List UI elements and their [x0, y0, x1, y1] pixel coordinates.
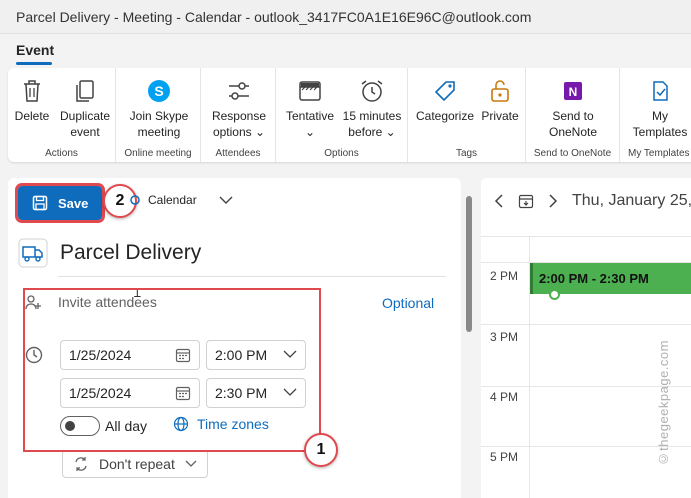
tab-event[interactable]: Event — [16, 42, 54, 58]
highlight-box — [23, 288, 321, 452]
private-label: Private — [481, 109, 519, 123]
duplicate-event-button[interactable]: Duplicate event — [60, 74, 110, 140]
window-title: Parcel Delivery - Meeting - Calendar - o… — [0, 0, 691, 34]
calendar-selector[interactable]: Calendar — [130, 193, 233, 207]
onenote-label-1: Send to — [552, 109, 594, 123]
calendar-navigation: Thu, January 25, 2 — [494, 192, 691, 210]
group-label-options: Options — [324, 148, 359, 159]
repeat-dropdown[interactable]: Don't repeat — [62, 450, 208, 478]
skype-label-1: Join Skype — [129, 109, 189, 123]
ribbon-group-actions: Delete Duplicate event Actions — [8, 68, 116, 162]
ribbon-group-online-meeting: S Join Skype meeting Online meeting — [116, 68, 201, 162]
tentative-icon — [299, 81, 321, 101]
save-button[interactable]: Save — [15, 183, 105, 223]
calendar-label: Calendar — [148, 193, 197, 207]
onenote-icon: N — [564, 82, 582, 100]
tentative-button[interactable]: Tentative ⌄ — [280, 74, 340, 140]
response-options-button[interactable]: Response options ⌄ — [205, 74, 273, 140]
delete-button[interactable]: Delete — [14, 74, 50, 124]
tentative-label: Tentative — [285, 109, 335, 123]
skype-label-2: meeting — [137, 125, 181, 139]
response-label-1: Response — [211, 109, 267, 123]
group-label-onenote: Send to OneNote — [533, 148, 612, 159]
reminder-label-2: before ⌄ — [348, 125, 396, 139]
onenote-label-2: OneNote — [548, 125, 598, 139]
event-resize-handle[interactable] — [549, 289, 560, 300]
reminder-label-1: 15 minutes — [342, 109, 402, 123]
categorize-label: Categorize — [415, 109, 475, 123]
ribbon-group-onenote: N Send to OneNote Send to OneNote — [526, 68, 620, 162]
chevron-left-icon[interactable] — [494, 194, 504, 208]
save-label: Save — [58, 195, 89, 211]
group-label-templates: My Templates — [628, 148, 690, 159]
repeat-icon — [75, 457, 87, 471]
event-title-input[interactable]: Parcel Delivery — [60, 241, 201, 265]
delete-label: Delete — [14, 109, 50, 123]
chevron-right-icon[interactable] — [548, 194, 558, 208]
optional-attendees-link[interactable]: Optional — [382, 295, 434, 311]
annotation-badge-1: 1 — [304, 433, 338, 467]
duplicate-label-2: event — [70, 125, 100, 139]
svg-text:N: N — [569, 85, 578, 99]
hour-label: 4 PM — [490, 390, 519, 404]
join-skype-button[interactable]: S Join Skype meeting — [122, 74, 196, 140]
duplicate-label-1: Duplicate — [60, 109, 111, 123]
group-label-online-meeting: Online meeting — [124, 148, 192, 159]
group-label-tags: Tags — [455, 148, 478, 159]
today-icon[interactable] — [518, 193, 534, 209]
hour-label: 2 PM — [490, 269, 519, 283]
templates-label-1: My — [652, 109, 668, 123]
hour-label: 5 PM — [490, 450, 519, 464]
categorize-button[interactable]: Categorize — [414, 74, 476, 124]
svg-text:S: S — [154, 83, 163, 99]
title-divider — [58, 276, 446, 277]
private-button[interactable]: Private — [478, 74, 522, 124]
save-icon — [32, 195, 48, 211]
send-to-onenote-button[interactable]: N Send to OneNote — [534, 74, 612, 140]
delivery-truck-icon — [18, 238, 48, 268]
tentative-chevron: ⌄ — [304, 125, 316, 139]
watermark: ©thegeekpage.com — [656, 340, 671, 467]
my-templates-button[interactable]: My Templates — [624, 74, 691, 140]
hour-label: 3 PM — [490, 330, 519, 344]
calendar-date-label: Thu, January 25, 2 — [572, 192, 691, 209]
calendar-header-divider — [481, 236, 691, 237]
event-title-row: Parcel Delivery — [18, 238, 201, 268]
chevron-down-icon — [219, 196, 233, 204]
ribbon-group-options: Tentative ⌄ 15 minutes before ⌄ Options — [276, 68, 408, 162]
alarm-clock-icon — [361, 80, 383, 102]
group-label-actions: Actions — [45, 148, 78, 159]
ribbon: Delete Duplicate event Actions S Join Sk… — [8, 68, 691, 162]
ribbon-group-tags: Categorize Private Tags — [408, 68, 526, 162]
reminder-button[interactable]: 15 minutes before ⌄ — [338, 74, 406, 140]
template-icon — [653, 81, 668, 101]
response-label-2: options ⌄ — [212, 125, 266, 139]
templates-label-2: Templates — [632, 125, 688, 139]
calendar-color-icon — [130, 195, 140, 205]
tag-icon — [434, 81, 455, 102]
tab-bar: Event — [0, 34, 691, 66]
repeat-value: Don't repeat — [99, 456, 175, 472]
skype-icon: S — [148, 80, 170, 102]
ribbon-group-templates: My Templates My Templates — [620, 68, 691, 162]
sliders-icon — [229, 82, 249, 100]
tab-indicator — [16, 62, 52, 65]
duplicate-icon — [76, 80, 94, 102]
form-scrollbar[interactable] — [466, 196, 472, 332]
group-label-attendees: Attendees — [215, 148, 261, 159]
lock-icon — [491, 80, 509, 102]
ribbon-group-attendees: Response options ⌄ Attendees — [201, 68, 276, 162]
trash-icon — [24, 80, 40, 102]
chevron-down-icon — [185, 460, 197, 467]
hour-line — [481, 324, 691, 325]
